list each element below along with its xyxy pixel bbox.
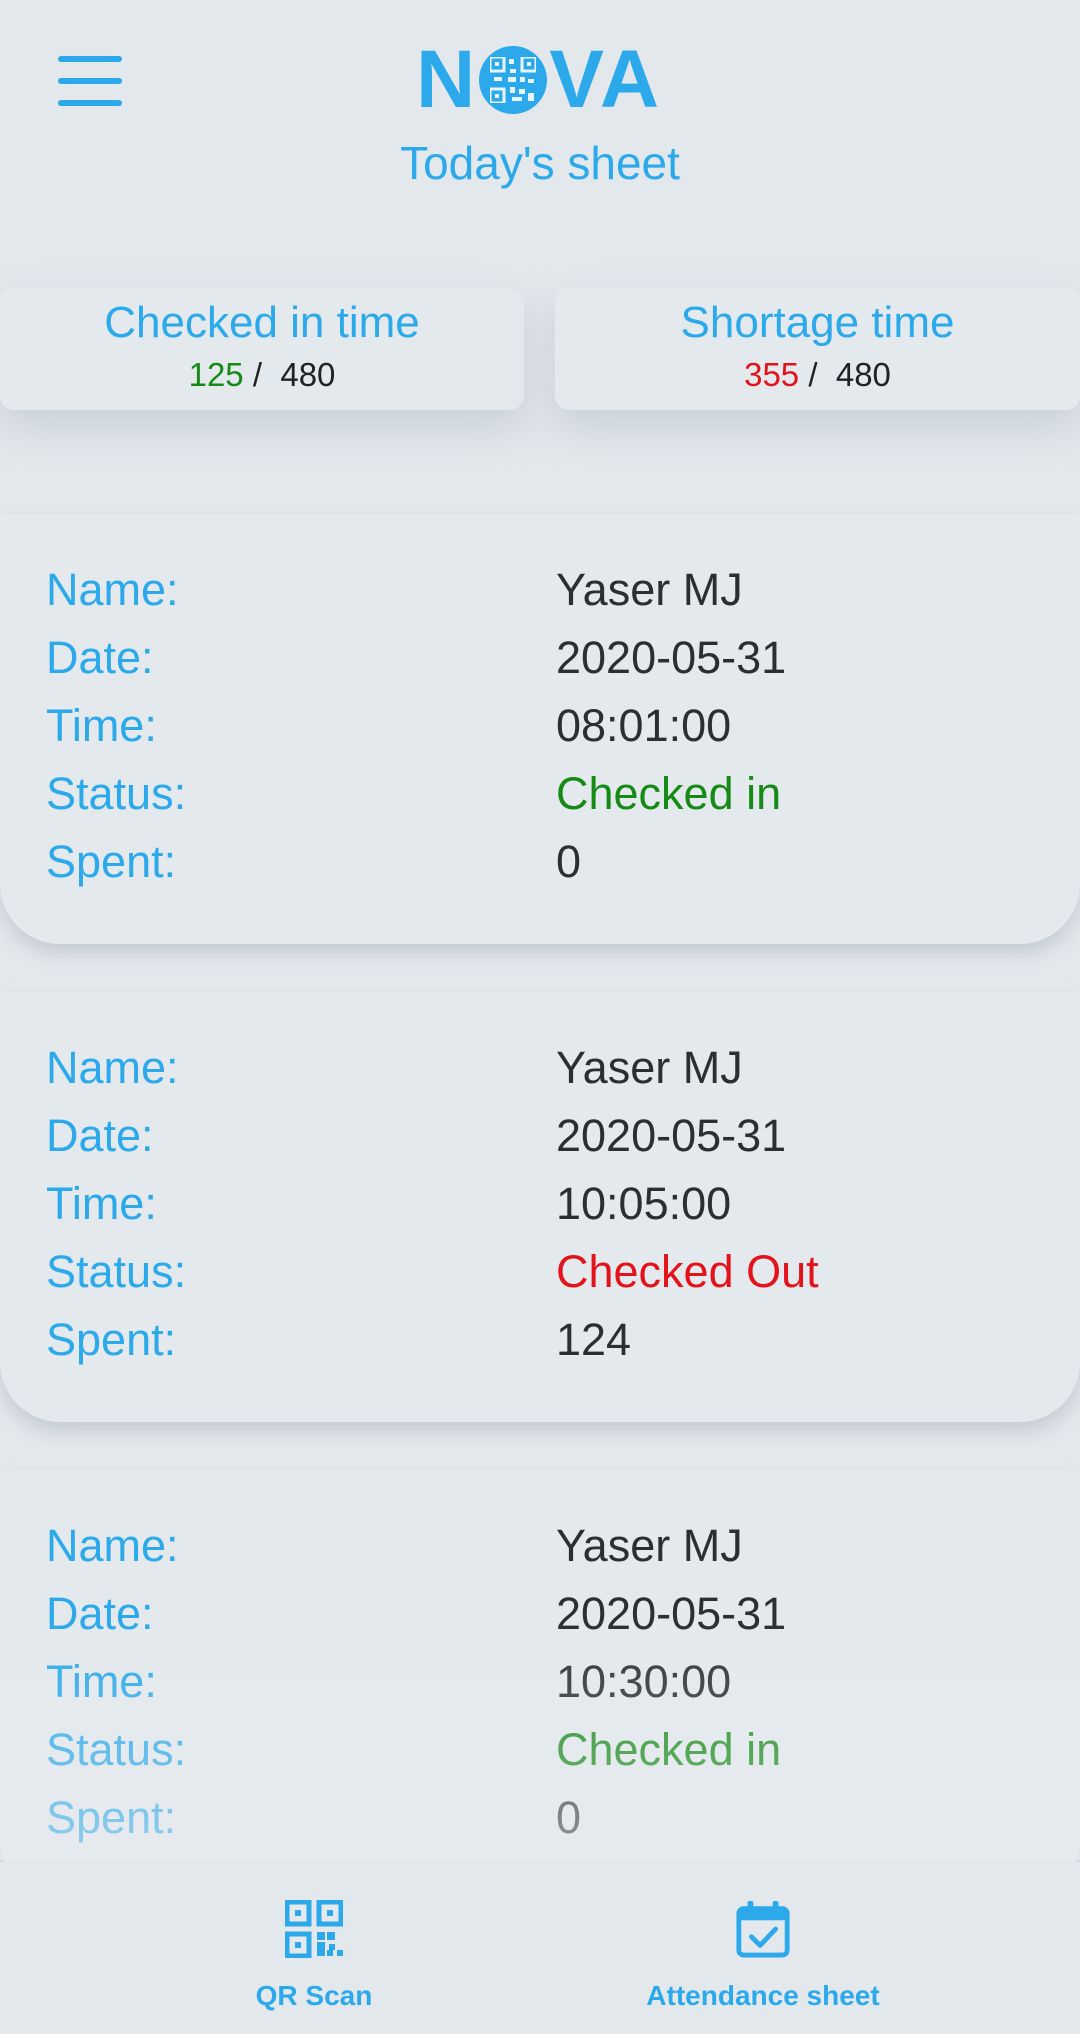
- record-status-row: Status: Checked Out: [0, 1246, 1080, 1314]
- spent-value: 0: [556, 1792, 582, 1843]
- record-date-row: Date: 2020-05-31: [0, 632, 1080, 700]
- name-label: Name:: [46, 1520, 179, 1571]
- menu-icon[interactable]: [50, 50, 130, 112]
- date-value: 2020-05-31: [556, 632, 787, 683]
- record-spent-row: Spent: 0: [0, 836, 1080, 904]
- time-value: 10:30:00: [556, 1656, 732, 1707]
- header: N VA Today's sheet: [0, 0, 1080, 215]
- attendance-sheet-tab[interactable]: Attendance sheet: [493, 1862, 1033, 2034]
- bottom-nav: QR Scan Attendance sheet: [0, 1862, 1080, 2034]
- checked-in-time-title: Checked in time: [104, 298, 420, 347]
- spent-label: Spent:: [46, 1792, 177, 1843]
- qr-scan-label: QR Scan: [255, 1980, 373, 2011]
- shortage-time-card: Shortage time 355 / 480: [555, 288, 1080, 410]
- record-status-row: Status: Checked in: [0, 1724, 1080, 1792]
- record-name-row: Name: Yaser MJ: [0, 1042, 1080, 1110]
- record-date-row: Date: 2020-05-31: [0, 1110, 1080, 1178]
- record-spent-row: Spent: 124: [0, 1314, 1080, 1382]
- date-value: 2020-05-31: [556, 1588, 787, 1639]
- date-value: 2020-05-31: [556, 1110, 787, 1161]
- page-title: Today's sheet: [400, 137, 680, 189]
- calendar-check-icon: [736, 1900, 790, 1958]
- status-value: Checked Out: [556, 1246, 819, 1297]
- name-value: Yaser MJ: [556, 1042, 743, 1093]
- record-name-row: Name: Yaser MJ: [0, 564, 1080, 632]
- attendance-record[interactable]: Name: Yaser MJ Date: 2020-05-31 Time: 08…: [0, 514, 1080, 944]
- name-label: Name:: [46, 1042, 179, 1093]
- status-value: Checked in: [556, 768, 782, 819]
- checked-in-time-total: 480: [280, 356, 336, 393]
- record-time-row: Time: 08:01:00: [0, 700, 1080, 768]
- date-label: Date:: [46, 632, 154, 683]
- shortage-time-value: 355: [744, 356, 800, 393]
- record-status-row: Status: Checked in: [0, 768, 1080, 836]
- time-value: 08:01:00: [556, 700, 732, 751]
- attendance-record[interactable]: Name: Yaser MJ Date: 2020-05-31 Time: 10…: [0, 992, 1080, 1422]
- spent-label: Spent:: [46, 836, 177, 887]
- checked-in-time-value: 125: [188, 356, 244, 393]
- shortage-time-separator: /: [808, 356, 818, 393]
- record-time-row: Time: 10:30:00: [0, 1656, 1080, 1724]
- logo-letter-n: N: [416, 34, 478, 125]
- status-label: Status:: [46, 1246, 187, 1297]
- spent-value: 0: [556, 836, 582, 887]
- time-value: 10:05:00: [556, 1178, 732, 1229]
- status-label: Status:: [46, 768, 187, 819]
- spent-label: Spent:: [46, 1314, 177, 1365]
- attendance-record[interactable]: Name: Yaser MJ Date: 2020-05-31 Time: 10…: [0, 1470, 1080, 1900]
- summary-row: Checked in time 125 / 480 Shortage time …: [0, 288, 1080, 410]
- logo-letters-va: VA: [549, 34, 662, 125]
- logo-qr-icon: [479, 46, 548, 114]
- qr-code-icon: [285, 1900, 343, 1958]
- date-label: Date:: [46, 1588, 154, 1639]
- date-label: Date:: [46, 1110, 154, 1161]
- record-name-row: Name: Yaser MJ: [0, 1520, 1080, 1588]
- record-spent-row: Spent: 0: [0, 1792, 1080, 1860]
- record-date-row: Date: 2020-05-31: [0, 1588, 1080, 1656]
- attendance-sheet-label: Attendance sheet: [646, 1980, 880, 2011]
- time-label: Time:: [46, 1178, 157, 1229]
- name-label: Name:: [46, 564, 179, 615]
- shortage-time-total: 480: [835, 356, 891, 393]
- spent-value: 124: [556, 1314, 632, 1365]
- name-value: Yaser MJ: [556, 1520, 743, 1571]
- checked-in-time-separator: /: [252, 356, 262, 393]
- status-value: Checked in: [556, 1724, 782, 1775]
- name-value: Yaser MJ: [556, 564, 743, 615]
- screen: N VA Today's sheet Checked in time 125 /…: [0, 0, 1080, 2034]
- shortage-time-title: Shortage time: [680, 298, 955, 347]
- record-time-row: Time: 10:05:00: [0, 1178, 1080, 1246]
- time-label: Time:: [46, 1656, 157, 1707]
- checked-in-time-card: Checked in time 125 / 480: [0, 288, 524, 410]
- app-logo: N VA: [416, 34, 666, 125]
- shortage-time-values: 355 / 480: [555, 356, 1080, 394]
- time-label: Time:: [46, 700, 157, 751]
- checked-in-time-values: 125 / 480: [0, 356, 524, 394]
- status-label: Status:: [46, 1724, 187, 1775]
